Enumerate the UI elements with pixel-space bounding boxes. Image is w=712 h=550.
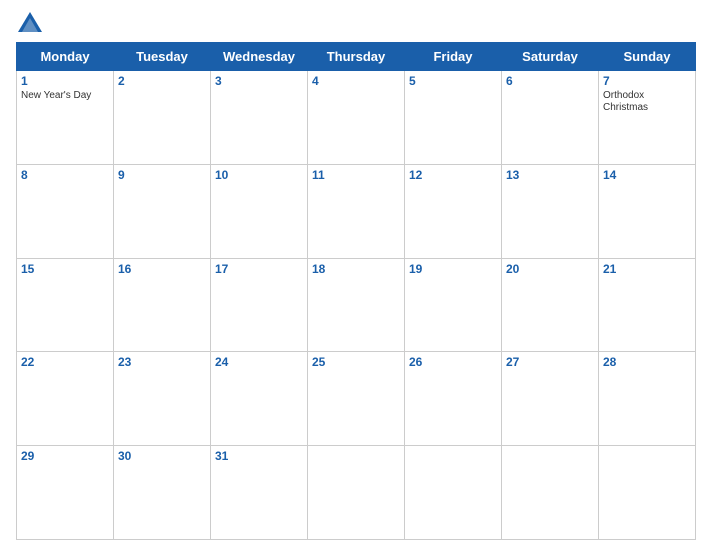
calendar-week-3: 15 16 17 18 19 20 21 — [17, 258, 696, 352]
day-number: 3 — [215, 74, 303, 88]
day-number: 17 — [215, 262, 303, 276]
calendar-cell: 20 — [502, 258, 599, 352]
holiday-label: Orthodox Christmas — [603, 90, 691, 114]
calendar-cell: 18 — [308, 258, 405, 352]
calendar-cell: 11 — [308, 164, 405, 258]
calendar-cell: 10 — [211, 164, 308, 258]
calendar-cell: 13 — [502, 164, 599, 258]
day-header-thursday: Thursday — [308, 43, 405, 71]
day-number: 28 — [603, 355, 691, 369]
day-number: 10 — [215, 168, 303, 182]
calendar-cell: 15 — [17, 258, 114, 352]
calendar-cell: 28 — [599, 352, 696, 446]
calendar-cell: 14 — [599, 164, 696, 258]
calendar-cell — [308, 446, 405, 540]
day-header-monday: Monday — [17, 43, 114, 71]
calendar-week-4: 22 23 24 25 26 27 28 — [17, 352, 696, 446]
day-number: 14 — [603, 168, 691, 182]
day-number: 18 — [312, 262, 400, 276]
calendar-week-2: 89 10 11 12 13 14 — [17, 164, 696, 258]
calendar-week-5: 29 30 31 — [17, 446, 696, 540]
day-number: 20 — [506, 262, 594, 276]
day-number: 23 — [118, 355, 206, 369]
calendar-cell: 8 — [17, 164, 114, 258]
day-number: 27 — [506, 355, 594, 369]
day-number: 2 — [118, 74, 206, 88]
day-number: 26 — [409, 355, 497, 369]
calendar-cell: 3 — [211, 71, 308, 165]
calendar-cell: 16 — [114, 258, 211, 352]
top-bar — [16, 10, 696, 38]
calendar-cell: 22 — [17, 352, 114, 446]
calendar-cell: 5 — [405, 71, 502, 165]
day-number: 1 — [21, 74, 109, 88]
calendar-cell: 4 — [308, 71, 405, 165]
day-number: 15 — [21, 262, 109, 276]
day-header-tuesday: Tuesday — [114, 43, 211, 71]
calendar-cell — [599, 446, 696, 540]
calendar-cell — [502, 446, 599, 540]
calendar-header-row: MondayTuesdayWednesdayThursdayFridaySatu… — [17, 43, 696, 71]
calendar-cell: 31 — [211, 446, 308, 540]
calendar-cell — [405, 446, 502, 540]
calendar-cell: 2 — [114, 71, 211, 165]
day-number: 22 — [21, 355, 109, 369]
day-number: 21 — [603, 262, 691, 276]
day-header-sunday: Sunday — [599, 43, 696, 71]
day-header-wednesday: Wednesday — [211, 43, 308, 71]
calendar-cell: 29 — [17, 446, 114, 540]
day-number: 24 — [215, 355, 303, 369]
calendar-cell: 6 — [502, 71, 599, 165]
day-number: 8 — [21, 168, 109, 182]
calendar-cell: 1 New Year's Day — [17, 71, 114, 165]
calendar: MondayTuesdayWednesdayThursdayFridaySatu… — [16, 42, 696, 540]
day-number: 29 — [21, 449, 109, 463]
day-number: 4 — [312, 74, 400, 88]
day-number: 31 — [215, 449, 303, 463]
day-number: 7 — [603, 74, 691, 88]
calendar-cell: 7 Orthodox Christmas — [599, 71, 696, 165]
day-number: 5 — [409, 74, 497, 88]
calendar-cell: 19 — [405, 258, 502, 352]
day-number: 19 — [409, 262, 497, 276]
day-number: 9 — [118, 168, 206, 182]
calendar-cell: 30 — [114, 446, 211, 540]
holiday-label: New Year's Day — [21, 90, 109, 102]
calendar-cell: 12 — [405, 164, 502, 258]
calendar-cell: 27 — [502, 352, 599, 446]
day-header-friday: Friday — [405, 43, 502, 71]
day-number: 11 — [312, 168, 400, 182]
day-number: 16 — [118, 262, 206, 276]
day-number: 6 — [506, 74, 594, 88]
day-number: 25 — [312, 355, 400, 369]
calendar-cell: 26 — [405, 352, 502, 446]
day-number: 12 — [409, 168, 497, 182]
day-header-saturday: Saturday — [502, 43, 599, 71]
logo — [16, 10, 48, 38]
day-number: 13 — [506, 168, 594, 182]
calendar-cell: 9 — [114, 164, 211, 258]
calendar-cell: 23 — [114, 352, 211, 446]
logo-icon — [16, 10, 44, 38]
calendar-cell: 24 — [211, 352, 308, 446]
calendar-week-1: 1 New Year's Day 234567 Orthodox Christmas — [17, 71, 696, 165]
calendar-cell: 25 — [308, 352, 405, 446]
day-number: 30 — [118, 449, 206, 463]
calendar-cell: 21 — [599, 258, 696, 352]
calendar-cell: 17 — [211, 258, 308, 352]
